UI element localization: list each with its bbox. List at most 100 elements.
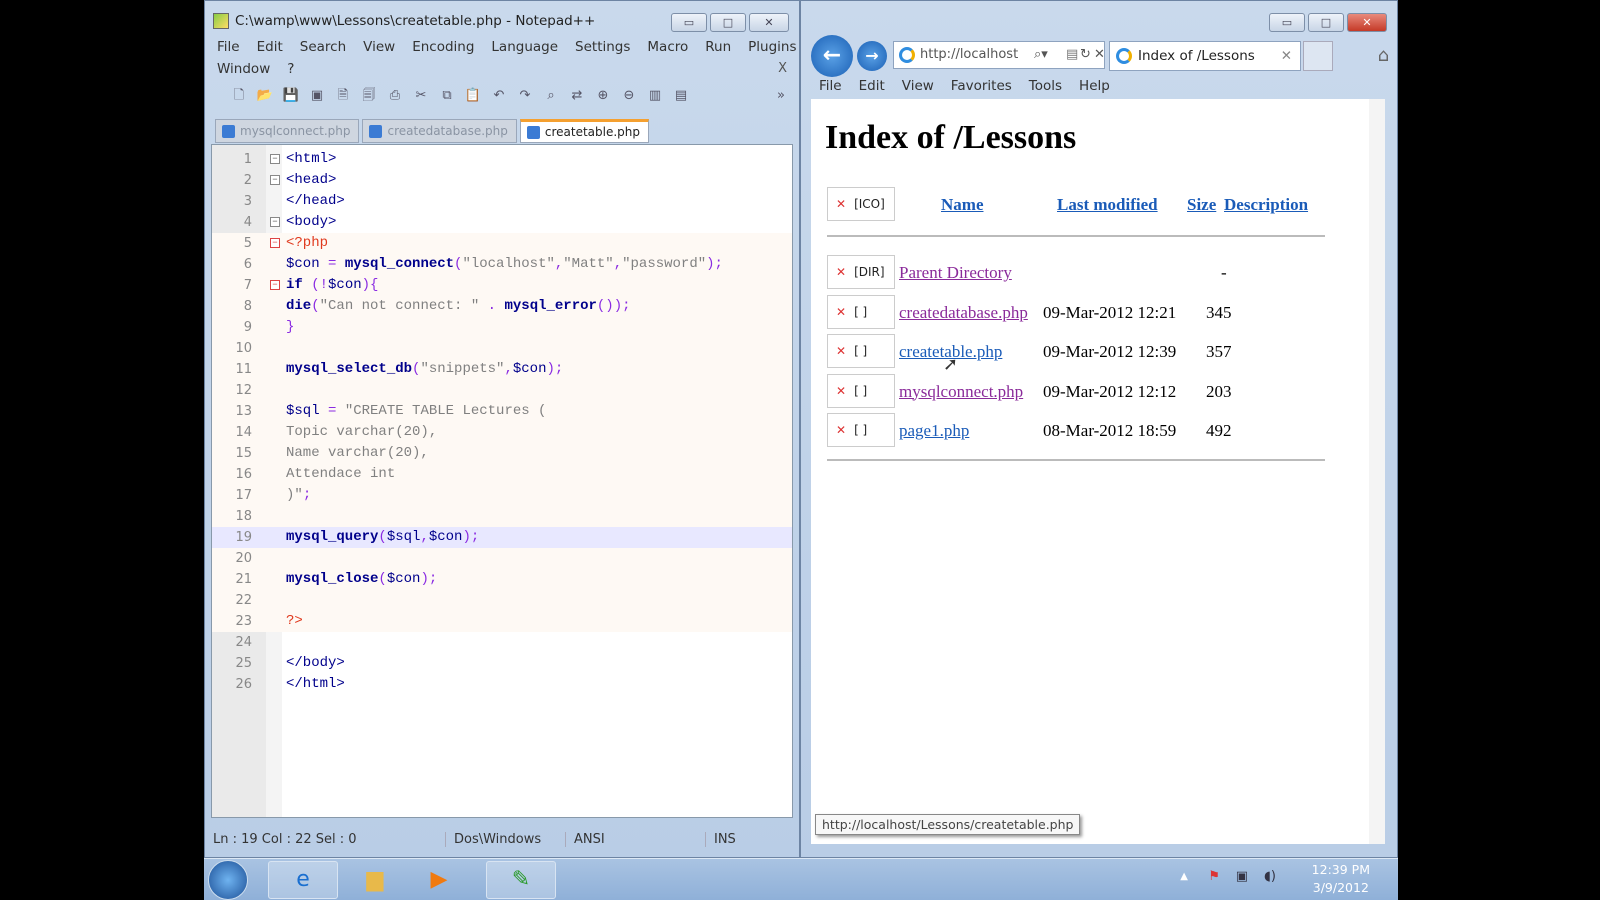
search-icon[interactable]: ⌕▾	[1034, 42, 1048, 68]
menu-view[interactable]: View	[363, 39, 395, 55]
close-icon[interactable]: 🗎	[333, 87, 353, 105]
taskbar-notepad-plus-plus[interactable]: ✎	[486, 861, 556, 899]
menu-edit[interactable]: Edit	[257, 39, 283, 55]
sync-h-icon[interactable]: ▤	[671, 87, 691, 105]
ie-tab-icon	[1116, 48, 1132, 64]
menu-file[interactable]: File	[819, 78, 842, 94]
replace-icon[interactable]: ⇄	[567, 87, 587, 105]
action-center-icon[interactable]: ⚑	[1208, 869, 1220, 884]
tab-label: createtable.php	[544, 125, 641, 139]
file-icon-placeholder: ✕ [ ]	[827, 294, 895, 329]
fold-toggle-icon[interactable]: −	[270, 280, 280, 290]
menu-view[interactable]: View	[902, 78, 934, 94]
zoom-out-icon[interactable]: ⊖	[619, 87, 639, 105]
file-name-cell: page1.php	[899, 421, 969, 441]
maximize-button[interactable]: □	[1308, 13, 1344, 32]
home-icon[interactable]: ⌂	[1378, 45, 1389, 66]
code-token: "CREATE TABLE Lectures (	[344, 403, 547, 419]
file-link[interactable]: Parent Directory	[899, 263, 1012, 282]
code-token: </body>	[286, 655, 345, 671]
zoom-in-icon[interactable]: ⊕	[593, 87, 613, 105]
open-file-icon[interactable]: 📂	[255, 87, 275, 105]
fold-toggle-icon[interactable]: −	[270, 238, 280, 248]
file-link[interactable]: page1.php	[899, 421, 969, 440]
copy-icon[interactable]: ⧉	[437, 87, 457, 105]
fold-toggle-icon[interactable]: −	[270, 154, 280, 164]
menu-tools[interactable]: Tools	[1029, 78, 1062, 94]
file-link[interactable]: mysqlconnect.php	[899, 382, 1023, 401]
line-number: 21	[235, 572, 252, 587]
compat-view-icon[interactable]: ▤	[1066, 42, 1078, 68]
document-tabs: mysqlconnect.php createdatabase.php create…	[215, 119, 650, 143]
sort-by-size-link[interactable]: Size	[1187, 195, 1216, 214]
file-name-cell: Parent Directory	[899, 263, 1012, 283]
clock[interactable]: 12:39 PM 3/9/2012	[1312, 861, 1370, 897]
new-tab-button[interactable]	[1303, 41, 1333, 71]
menu-settings[interactable]: Settings	[575, 39, 630, 55]
forward-button[interactable]: →	[857, 41, 887, 71]
code-token: =	[319, 403, 345, 419]
network-icon[interactable]: ▣	[1236, 869, 1248, 884]
taskbar-windows-explorer[interactable]: ▆	[340, 861, 410, 899]
toolbar-overflow-icon[interactable]: »	[771, 87, 791, 105]
undo-icon[interactable]: ↶	[489, 87, 509, 105]
paste-icon[interactable]: 📋	[463, 87, 483, 105]
tab-label: createdatabase.php	[387, 124, 508, 138]
code-line: 26 </html>	[212, 674, 792, 695]
redo-icon[interactable]: ↷	[515, 87, 535, 105]
save-all-icon[interactable]: ▣	[307, 87, 327, 105]
minimize-button[interactable]: ▭	[671, 13, 707, 32]
taskbar-internet-explorer[interactable]: e	[268, 861, 338, 899]
minimize-button[interactable]: ▭	[1269, 13, 1305, 32]
save-icon[interactable]: 💾	[281, 87, 301, 105]
tab-createtable[interactable]: createtable.php	[519, 119, 650, 143]
new-file-icon[interactable]: 🗋	[229, 87, 249, 105]
file-link[interactable]: createdatabase.php	[899, 303, 1028, 322]
sort-by-description-link[interactable]: Description	[1224, 195, 1308, 214]
code-text: }	[286, 317, 294, 338]
find-icon[interactable]: ⌕	[541, 87, 561, 105]
taskbar-media-player[interactable]: ▶	[404, 861, 474, 899]
print-icon[interactable]: ⎙	[385, 87, 405, 105]
sort-by-name-link[interactable]: Name	[941, 195, 983, 214]
menu-run[interactable]: Run	[705, 39, 731, 55]
refresh-icon[interactable]: ↻	[1080, 42, 1091, 68]
stop-icon[interactable]: ✕	[1094, 42, 1105, 68]
start-button[interactable]	[208, 860, 248, 900]
menu-plugins[interactable]: Plugins	[748, 39, 796, 55]
show-hidden-icons[interactable]: ▲	[1180, 871, 1188, 882]
menu-help[interactable]: Help	[1079, 78, 1110, 94]
browser-tab[interactable]: Index of /Lessons ✕	[1109, 41, 1301, 71]
volume-icon[interactable]: ◖)	[1264, 869, 1276, 884]
sync-v-icon[interactable]: ▥	[645, 87, 665, 105]
code-editor[interactable]: 1− <html> 2− <head> 3 </head> 4− <body> 5− <?php 6…	[211, 144, 793, 818]
close-button[interactable]: ✕	[1347, 13, 1387, 32]
address-bar[interactable]: http://localhost ⌕▾ ▤ ↻ ✕	[893, 41, 1105, 69]
fold-toggle-icon[interactable]: −	[270, 175, 280, 185]
menu-language[interactable]: Language	[491, 39, 558, 55]
maximize-button[interactable]: □	[710, 13, 746, 32]
code-text: mysql_query($sql,$con);	[286, 527, 479, 548]
vertical-scrollbar[interactable]	[1369, 99, 1385, 844]
close-document-button[interactable]: X	[778, 61, 787, 76]
code-text: <body>	[286, 212, 336, 233]
back-button[interactable]: ←	[811, 35, 853, 77]
menu-encoding[interactable]: Encoding	[412, 39, 474, 55]
menu-file[interactable]: File	[217, 39, 240, 55]
code-text: </body>	[286, 653, 345, 674]
close-all-icon[interactable]: 🗐	[359, 87, 379, 105]
tab-createdatabase[interactable]: createdatabase.php	[362, 119, 517, 143]
fold-toggle-icon[interactable]: −	[270, 217, 280, 227]
menu-edit[interactable]: Edit	[859, 78, 885, 94]
close-tab-icon[interactable]: ✕	[1281, 42, 1292, 70]
menu-macro[interactable]: Macro	[647, 39, 688, 55]
cut-icon[interactable]: ✂	[411, 87, 431, 105]
close-button[interactable]: ✕	[749, 13, 789, 32]
menu-search[interactable]: Search	[300, 39, 346, 55]
sort-by-modified-link[interactable]: Last modified	[1057, 195, 1158, 214]
tab-mysqlconnect[interactable]: mysqlconnect.php	[215, 119, 360, 143]
menu-help[interactable]: ?	[287, 61, 294, 77]
menu-window[interactable]: Window	[217, 61, 270, 77]
code-token: );	[546, 361, 564, 377]
menu-favorites[interactable]: Favorites	[951, 78, 1012, 94]
